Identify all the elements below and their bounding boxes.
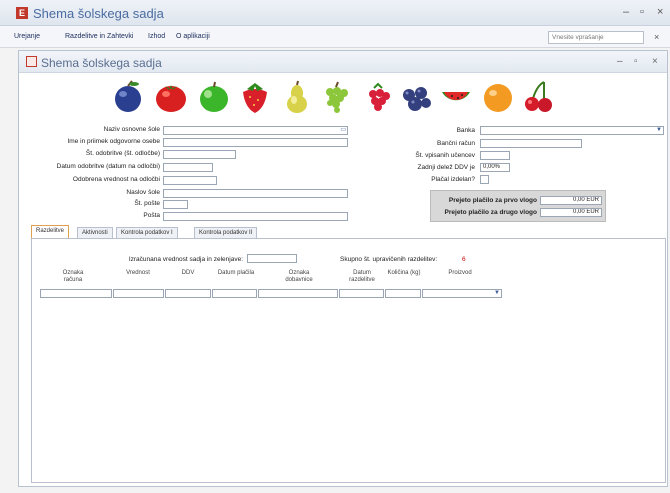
label-placal: Plačal izdelan? bbox=[431, 176, 475, 183]
odobrena-vrednost-field[interactable] bbox=[163, 176, 217, 185]
posta-field[interactable] bbox=[163, 212, 348, 221]
label-naslov-sole: Naslov šole bbox=[126, 189, 160, 196]
chevron-down-icon[interactable]: ▼ bbox=[494, 290, 500, 297]
tab-razdelitve[interactable]: Razdelitve bbox=[31, 225, 70, 238]
strawberry-icon bbox=[243, 83, 267, 113]
row-ddv[interactable] bbox=[165, 289, 211, 298]
label-odobrena-vrednost: Odobrena vrednost na odločbi bbox=[72, 176, 160, 183]
maximize-icon[interactable]: ▫ bbox=[634, 56, 638, 67]
st-poste-field[interactable] bbox=[163, 200, 188, 209]
close-icon[interactable]: × bbox=[654, 32, 659, 42]
help-search-input[interactable]: Vnesite vprašanje bbox=[548, 31, 644, 44]
izracunana-vrednost-field bbox=[247, 254, 297, 263]
label-banka: Banka bbox=[456, 127, 475, 134]
menu-o-aplikaciji[interactable]: O aplikaciji bbox=[176, 33, 210, 40]
tab-aktivnosti[interactable]: Aktivnosti bbox=[77, 227, 113, 238]
placilo-druga-field[interactable]: 0,00 EUR bbox=[540, 208, 602, 217]
label-bancni-racun: Bančni račun bbox=[437, 140, 475, 147]
menu-urejanje[interactable]: Urejanje bbox=[14, 33, 40, 40]
close-icon[interactable]: × bbox=[652, 56, 658, 67]
tomato-icon bbox=[156, 85, 186, 112]
label-odgovorna-oseba: Ime in priimek odgovorne osebe bbox=[67, 138, 161, 145]
form-icon bbox=[26, 56, 37, 67]
lookup-icon[interactable]: ▭ bbox=[340, 127, 346, 134]
col-vrednost: Vrednost bbox=[126, 270, 150, 276]
col-oznaka-racuna: Oznaka računa bbox=[62, 270, 84, 283]
label-skupno-razdelitev: Skupno št. upravičenih razdelitev: bbox=[340, 256, 438, 263]
row-datum-placila[interactable] bbox=[212, 289, 257, 298]
tab-kontrola-1[interactable]: Kontrola podatkov I bbox=[116, 227, 178, 238]
watermelon-icon bbox=[442, 92, 470, 101]
form-titlebar: Shema šolskega sadja – ▫ × bbox=[19, 51, 667, 73]
datum-odobritve-field[interactable] bbox=[163, 163, 213, 172]
row-oznaka-dobavnice[interactable] bbox=[258, 289, 338, 298]
placilo-prva-field[interactable]: 0,00 EUR bbox=[540, 196, 602, 205]
naslov-sole-field[interactable] bbox=[163, 189, 348, 198]
col-datum-placila: Datum plačila bbox=[217, 270, 255, 276]
col-oznaka-dobavnice: Oznaka dobavnice bbox=[285, 270, 313, 283]
label-izracunana-vrednost: Izračunana vrednost sadja in zelenjave: bbox=[128, 256, 243, 263]
row-proizvod-select[interactable]: ▼ bbox=[422, 289, 502, 298]
label-st-poste: Št. pošte bbox=[134, 200, 160, 207]
grapes-icon bbox=[326, 81, 348, 113]
maximize-icon[interactable]: ▫ bbox=[640, 6, 644, 18]
row-kolicina[interactable] bbox=[385, 289, 421, 298]
col-kolicina: Količina (kg) bbox=[387, 270, 421, 276]
row-vrednost[interactable] bbox=[113, 289, 164, 298]
minimize-icon[interactable]: – bbox=[617, 56, 623, 67]
col-proizvod: Proizvod bbox=[448, 270, 472, 276]
ddv-field[interactable]: 0,00% bbox=[480, 163, 510, 172]
orange-icon bbox=[484, 84, 512, 112]
col-ddv: DDV bbox=[181, 270, 195, 276]
label-datum-odobritve: Datum odobritve (datum na odločbi) bbox=[56, 163, 160, 170]
plum-icon bbox=[115, 80, 141, 112]
label-ddv: Zadnji delež DDV je bbox=[417, 164, 475, 171]
chevron-down-icon[interactable]: ▼ bbox=[656, 127, 662, 134]
label-posta: Pošta bbox=[143, 212, 160, 219]
skupno-razdelitev-value: 6 bbox=[462, 256, 466, 263]
placal-checkbox[interactable] bbox=[480, 175, 489, 184]
minimize-icon[interactable]: – bbox=[623, 6, 629, 18]
row-datum-razdelitve[interactable] bbox=[339, 289, 384, 298]
label-naziv-sole: Naziv osnovne šole bbox=[103, 126, 160, 133]
label-st-ucencev: Št. vpisanih učencev bbox=[415, 152, 475, 159]
form-title: Shema šolskega sadja bbox=[41, 56, 162, 70]
row-oznaka-racuna[interactable] bbox=[40, 289, 112, 298]
app-titlebar: E Shema šolskega sadja – ▫ × bbox=[0, 0, 670, 26]
naziv-sole-field[interactable]: ▭ bbox=[163, 126, 348, 135]
payment-box bbox=[430, 190, 606, 222]
label-placilo-druga: Prejeto plačilo za drugo vlogo bbox=[444, 209, 537, 216]
menu-bar: Urejanje Razdelitve in Zahtevki Izhod O … bbox=[0, 26, 670, 48]
raspberry-icon bbox=[369, 82, 390, 111]
app-icon: E bbox=[16, 7, 28, 19]
menu-izhod[interactable]: Izhod bbox=[148, 33, 165, 40]
cherries-icon bbox=[525, 81, 552, 112]
col-datum-razdelitve: Datum razdelitve bbox=[349, 270, 375, 283]
st-odobritve-field[interactable] bbox=[163, 150, 236, 159]
app-title: Shema šolskega sadja bbox=[33, 6, 164, 21]
label-st-odobritve: Št. odobritve (št. odločbe) bbox=[85, 150, 160, 157]
odgovorna-oseba-field[interactable] bbox=[163, 138, 348, 147]
green-apple-icon bbox=[200, 81, 228, 112]
close-icon[interactable]: × bbox=[657, 6, 663, 18]
menu-razdelitve[interactable]: Razdelitve in Zahtevki bbox=[65, 33, 133, 40]
blueberries-icon bbox=[403, 87, 431, 111]
banka-select[interactable]: ▼ bbox=[480, 126, 664, 135]
tab-kontrola-2[interactable]: Kontrola podatkov II bbox=[194, 227, 258, 238]
bancni-racun-field[interactable] bbox=[480, 139, 582, 148]
st-ucencev-field[interactable] bbox=[480, 151, 510, 160]
label-placilo-prva: Prejeto plačilo za prvo vlogo bbox=[448, 197, 537, 204]
pear-icon bbox=[287, 80, 307, 113]
